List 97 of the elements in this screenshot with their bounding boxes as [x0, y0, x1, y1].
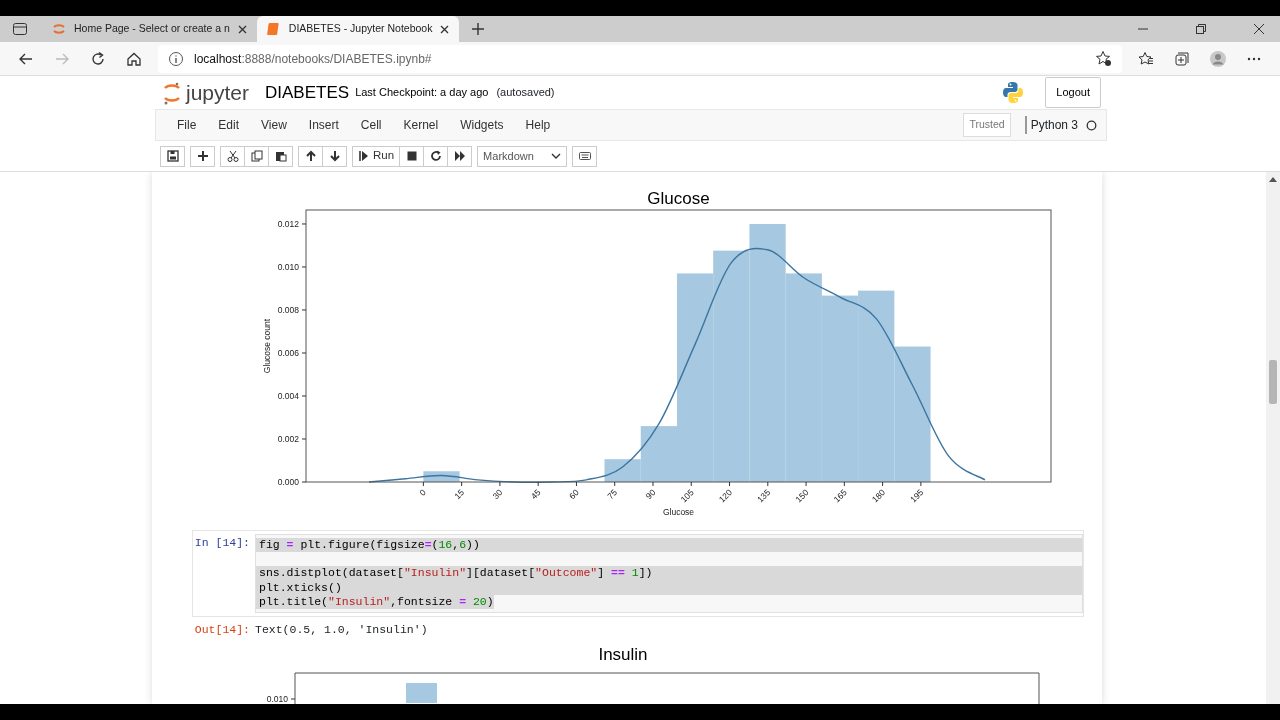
save-button[interactable]: [160, 145, 185, 167]
cell-type-dropdown[interactable]: Markdown: [477, 145, 568, 167]
paste-icon: [274, 150, 287, 162]
menu-item[interactable]: Insert: [297, 116, 350, 134]
y-tick-label: 0.004: [277, 391, 299, 401]
paste-button[interactable]: [268, 145, 293, 167]
y-tick-label: 0.010: [266, 694, 288, 704]
x-tick-label: 30: [490, 487, 505, 502]
y-tick-label: 0.002: [277, 434, 299, 444]
menu-item[interactable]: View: [250, 116, 298, 134]
address-bar[interactable]: localhost:8888/notebooks/DIABETES.ipynb#: [158, 44, 1122, 73]
output-text: Text(0.5, 1.0, 'Insulin'): [255, 622, 428, 638]
y-axis-label: Glucose count: [262, 318, 272, 374]
autosave-status: (autosaved): [496, 85, 555, 101]
scrollbar[interactable]: [1266, 172, 1280, 704]
fast-forward-icon: [453, 150, 466, 162]
chevron-down-icon: [551, 153, 562, 159]
close-icon[interactable]: [439, 23, 451, 35]
step-icon: [358, 150, 370, 162]
code-editor[interactable]: fig = plt.figure(figsize=(16,6)) sns.distplot(dataset["Insulin"][dataset["Outcome"] == 1]) plt.xticks() plt.title("Insulin",fontsize = 20): [255, 534, 1083, 613]
x-tick-label: 195: [908, 487, 926, 505]
histogram-bar: [423, 471, 460, 482]
x-tick-label: 150: [793, 487, 811, 505]
stop-icon: [405, 150, 418, 162]
output-prompt: Out[14]:: [193, 622, 251, 638]
x-tick-label: 90: [643, 487, 658, 502]
y-tick-label: 0.008: [277, 305, 299, 315]
x-tick-label: 165: [831, 487, 849, 505]
close-icon[interactable]: [236, 23, 248, 35]
arrow-down-icon: [328, 150, 341, 162]
chart-title: Insulin: [598, 645, 648, 665]
reload-icon[interactable]: [90, 50, 106, 67]
code-cell[interactable]: In [14]: fig = plt.figure(figsize=(16,6)) sns.distplot(dataset["Insulin"][dataset["Outcome"] == 1]) plt.xticks() plt.title("Insulin",fontsize = 20): [192, 530, 1084, 617]
collections-icon[interactable]: [1174, 50, 1190, 67]
menu-item[interactable]: Edit: [207, 116, 251, 134]
notebook-icon: [265, 21, 282, 37]
browser-tab[interactable]: DIABETES - Jupyter Notebook: [256, 16, 460, 42]
interrupt-button[interactable]: [399, 145, 425, 167]
home-icon[interactable]: [126, 50, 142, 67]
python-logo-icon: [1002, 81, 1025, 104]
menu-item[interactable]: Cell: [349, 116, 393, 134]
restart-button[interactable]: [423, 145, 449, 167]
move-down-button[interactable]: [322, 145, 347, 167]
keyboard-icon: [578, 150, 591, 162]
x-tick-label: 135: [755, 487, 773, 505]
x-tick-label: 180: [869, 487, 887, 505]
run-button[interactable]: Run: [352, 145, 401, 167]
x-tick-label: 75: [605, 487, 620, 502]
x-tick-label: 120: [716, 487, 734, 505]
input-prompt: In [14]:: [193, 535, 251, 551]
y-tick-label: 0.006: [277, 348, 299, 358]
y-tick-label: 0.000: [277, 477, 299, 487]
arrow-up-icon: [304, 150, 317, 162]
copy-icon: [250, 150, 263, 162]
plus-icon: [196, 150, 209, 162]
scissors-icon: [226, 150, 239, 162]
scroll-up-icon[interactable]: [1269, 176, 1277, 182]
jupyter-logo-icon: [162, 80, 182, 105]
trusted-indicator[interactable]: Trusted: [963, 113, 1011, 137]
tab-actions-icon[interactable]: [12, 21, 28, 37]
menu-item[interactable]: Widgets: [449, 116, 515, 134]
menu-item[interactable]: File: [166, 116, 208, 134]
favorites-icon[interactable]: [1138, 50, 1154, 67]
info-icon[interactable]: [168, 50, 184, 67]
save-icon: [166, 150, 179, 162]
histogram-bar: [406, 683, 437, 704]
menu-item[interactable]: Kernel: [392, 116, 450, 134]
new-tab-icon[interactable]: [471, 22, 486, 36]
notebook-name[interactable]: DIABETES: [265, 79, 350, 106]
cut-button[interactable]: [220, 145, 245, 167]
x-tick-label: 105: [678, 487, 696, 505]
y-tick-label: 0.012: [277, 219, 299, 229]
x-tick-label: 0: [417, 487, 428, 498]
command-palette-button[interactable]: [572, 145, 598, 167]
browser-tab[interactable]: Home Page - Select or create a n: [42, 16, 257, 42]
y-tick-label: 0.010: [277, 262, 299, 272]
logout-button[interactable]: Logout: [1045, 77, 1101, 108]
insert-cell-button[interactable]: [190, 145, 215, 167]
avatar-icon[interactable]: [1210, 50, 1226, 67]
url-text: localhost:8888/notebooks/DIABETES.ipynb#: [194, 50, 432, 68]
jupyter-logo[interactable]: jupyter: [155, 76, 250, 109]
scroll-thumb[interactable]: [1269, 360, 1277, 404]
restore-icon[interactable]: [1196, 24, 1206, 34]
restart-run-all-button[interactable]: [447, 145, 473, 167]
checkpoint-text: Last Checkpoint: a day ago: [355, 85, 489, 101]
restart-icon: [429, 150, 442, 162]
jupyter-logo-icon: [51, 21, 67, 37]
x-tick-label: 60: [567, 487, 581, 502]
close-icon[interactable]: [1254, 24, 1264, 34]
add-favorite-icon[interactable]: [1095, 50, 1112, 67]
menu-item[interactable]: Help: [514, 116, 562, 134]
move-up-button[interactable]: [298, 145, 323, 167]
x-tick-label: 15: [452, 487, 467, 502]
chart-title: Glucose: [647, 189, 710, 208]
kernel-name[interactable]: Python 3: [1024, 116, 1078, 134]
x-axis-label: Glucose: [662, 507, 695, 517]
x-tick-label: 45: [528, 487, 543, 502]
